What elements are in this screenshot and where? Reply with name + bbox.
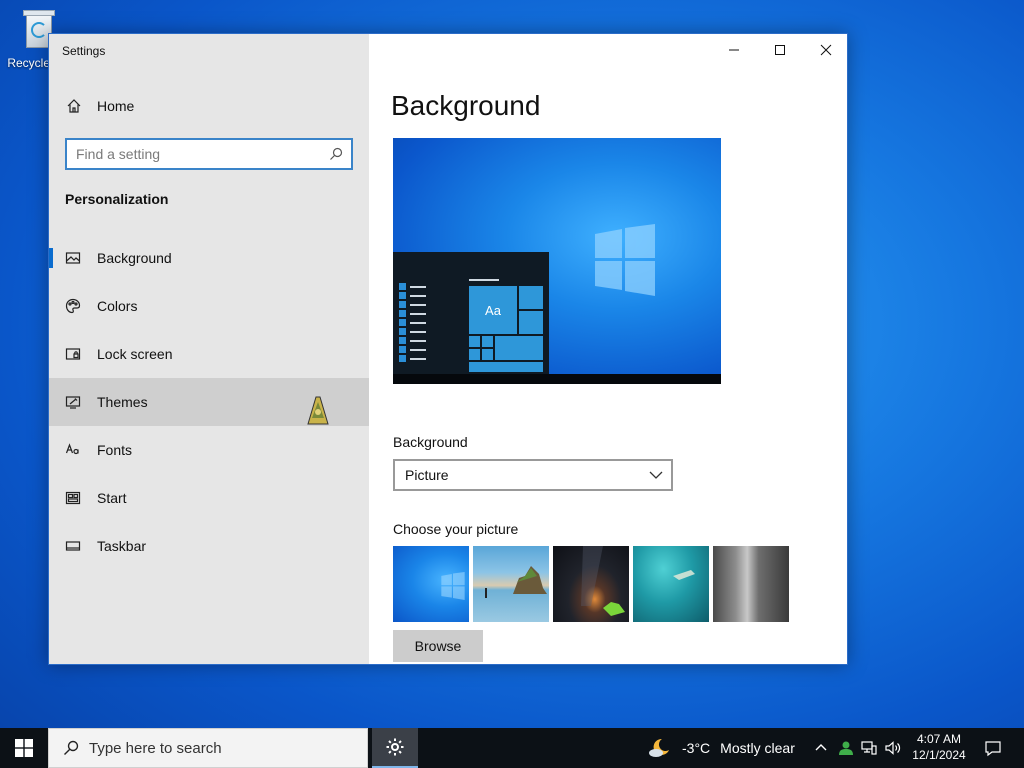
weather-condition: Mostly clear — [720, 740, 795, 756]
preview-taskbar — [393, 374, 721, 384]
choose-picture-label: Choose your picture — [393, 521, 519, 537]
taskbar-settings-app[interactable] — [372, 728, 418, 768]
notification-center-button[interactable] — [978, 728, 1008, 768]
sidebar-item-start[interactable]: Start — [49, 474, 369, 522]
lock-screen-icon — [65, 348, 81, 360]
search-icon — [64, 740, 79, 755]
picture-thumbnails — [393, 546, 789, 622]
night-sky-image — [581, 546, 625, 616]
people-icon[interactable] — [836, 739, 854, 757]
notification-icon — [985, 741, 1001, 757]
preview-start-menu: Aa — [393, 252, 549, 374]
dropdown-value: Picture — [405, 467, 449, 483]
search-icon — [330, 147, 343, 160]
preview-tile: Aa — [469, 286, 517, 334]
underwater-image — [673, 570, 695, 580]
themes-icon — [65, 396, 81, 409]
sidebar-item-lock-screen[interactable]: Lock screen — [49, 330, 369, 378]
windows-logo-icon — [441, 572, 465, 600]
taskbar-search-box[interactable] — [48, 728, 368, 768]
sidebar-item-colors[interactable]: Colors — [49, 282, 369, 330]
sidebar-item-label: Fonts — [97, 442, 133, 458]
start-button[interactable] — [0, 728, 48, 768]
beach-rocks-image — [485, 566, 547, 598]
taskbar-clock[interactable]: 4:07 AM 12/1/2024 — [904, 731, 974, 763]
sidebar-item-label: Colors — [97, 298, 138, 314]
network-icon[interactable] — [860, 739, 878, 757]
settings-window: Settings Home Personalization Background — [48, 33, 848, 665]
sidebar-item-fonts[interactable]: Fonts — [49, 426, 369, 474]
page-title: Background — [391, 90, 541, 121]
window-title: Settings — [62, 44, 106, 58]
picture-thumbnail[interactable] — [633, 546, 709, 622]
section-title: Personalization — [65, 191, 169, 207]
sidebar-item-label: Home — [97, 98, 135, 114]
moon-cloud-icon — [649, 738, 669, 757]
content-pane: Background Aa Background Picture Choose … — [369, 34, 847, 664]
sidebar-item-label: Start — [97, 490, 127, 506]
picture-thumbnail[interactable] — [393, 546, 469, 622]
picture-thumbnail[interactable] — [713, 546, 789, 622]
palette-icon — [65, 298, 81, 314]
windows-logo-icon — [15, 739, 33, 757]
gear-icon — [386, 738, 404, 756]
sidebar-item-background[interactable]: Background — [49, 234, 369, 282]
sidebar-item-label: Taskbar — [97, 538, 147, 554]
sidebar-item-label: Themes — [97, 394, 148, 410]
background-label: Background — [393, 434, 468, 450]
weather-temperature: -3°C — [682, 740, 711, 756]
find-setting-search[interactable] — [65, 138, 353, 170]
background-type-dropdown[interactable]: Picture — [393, 459, 673, 491]
fonts-icon — [65, 443, 79, 455]
sidebar-item-home[interactable]: Home — [49, 90, 369, 122]
sidebar-item-taskbar[interactable]: Taskbar — [49, 522, 369, 570]
search-input[interactable] — [76, 146, 329, 162]
background-preview: Aa — [393, 138, 721, 384]
windows-logo-icon — [595, 224, 655, 296]
chevron-up-icon[interactable] — [812, 739, 830, 757]
picture-thumbnail[interactable] — [553, 546, 629, 622]
home-icon — [67, 99, 81, 113]
sidebar-item-label: Background — [97, 250, 172, 266]
picture-thumbnail[interactable] — [473, 546, 549, 622]
start-icon — [65, 491, 81, 505]
taskbar-icon — [65, 541, 81, 551]
sidebar-item-label: Lock screen — [97, 346, 173, 362]
taskbar-weather[interactable]: -3°C Mostly clear — [648, 728, 795, 768]
volume-icon[interactable] — [884, 739, 902, 757]
taskbar-search-input[interactable] — [89, 739, 367, 757]
picture-icon — [65, 252, 81, 264]
chevron-down-icon — [649, 471, 663, 479]
clock-date: 12/1/2024 — [912, 748, 966, 762]
system-tray — [812, 728, 902, 768]
taskbar: -3°C Mostly clear 4:07 AM 12/1/2024 — [0, 728, 1024, 768]
browse-button[interactable]: Browse — [393, 630, 483, 662]
sidebar: Settings Home Personalization Background — [49, 34, 369, 664]
busy-cursor-icon — [307, 396, 329, 425]
clock-time: 4:07 AM — [916, 732, 962, 746]
